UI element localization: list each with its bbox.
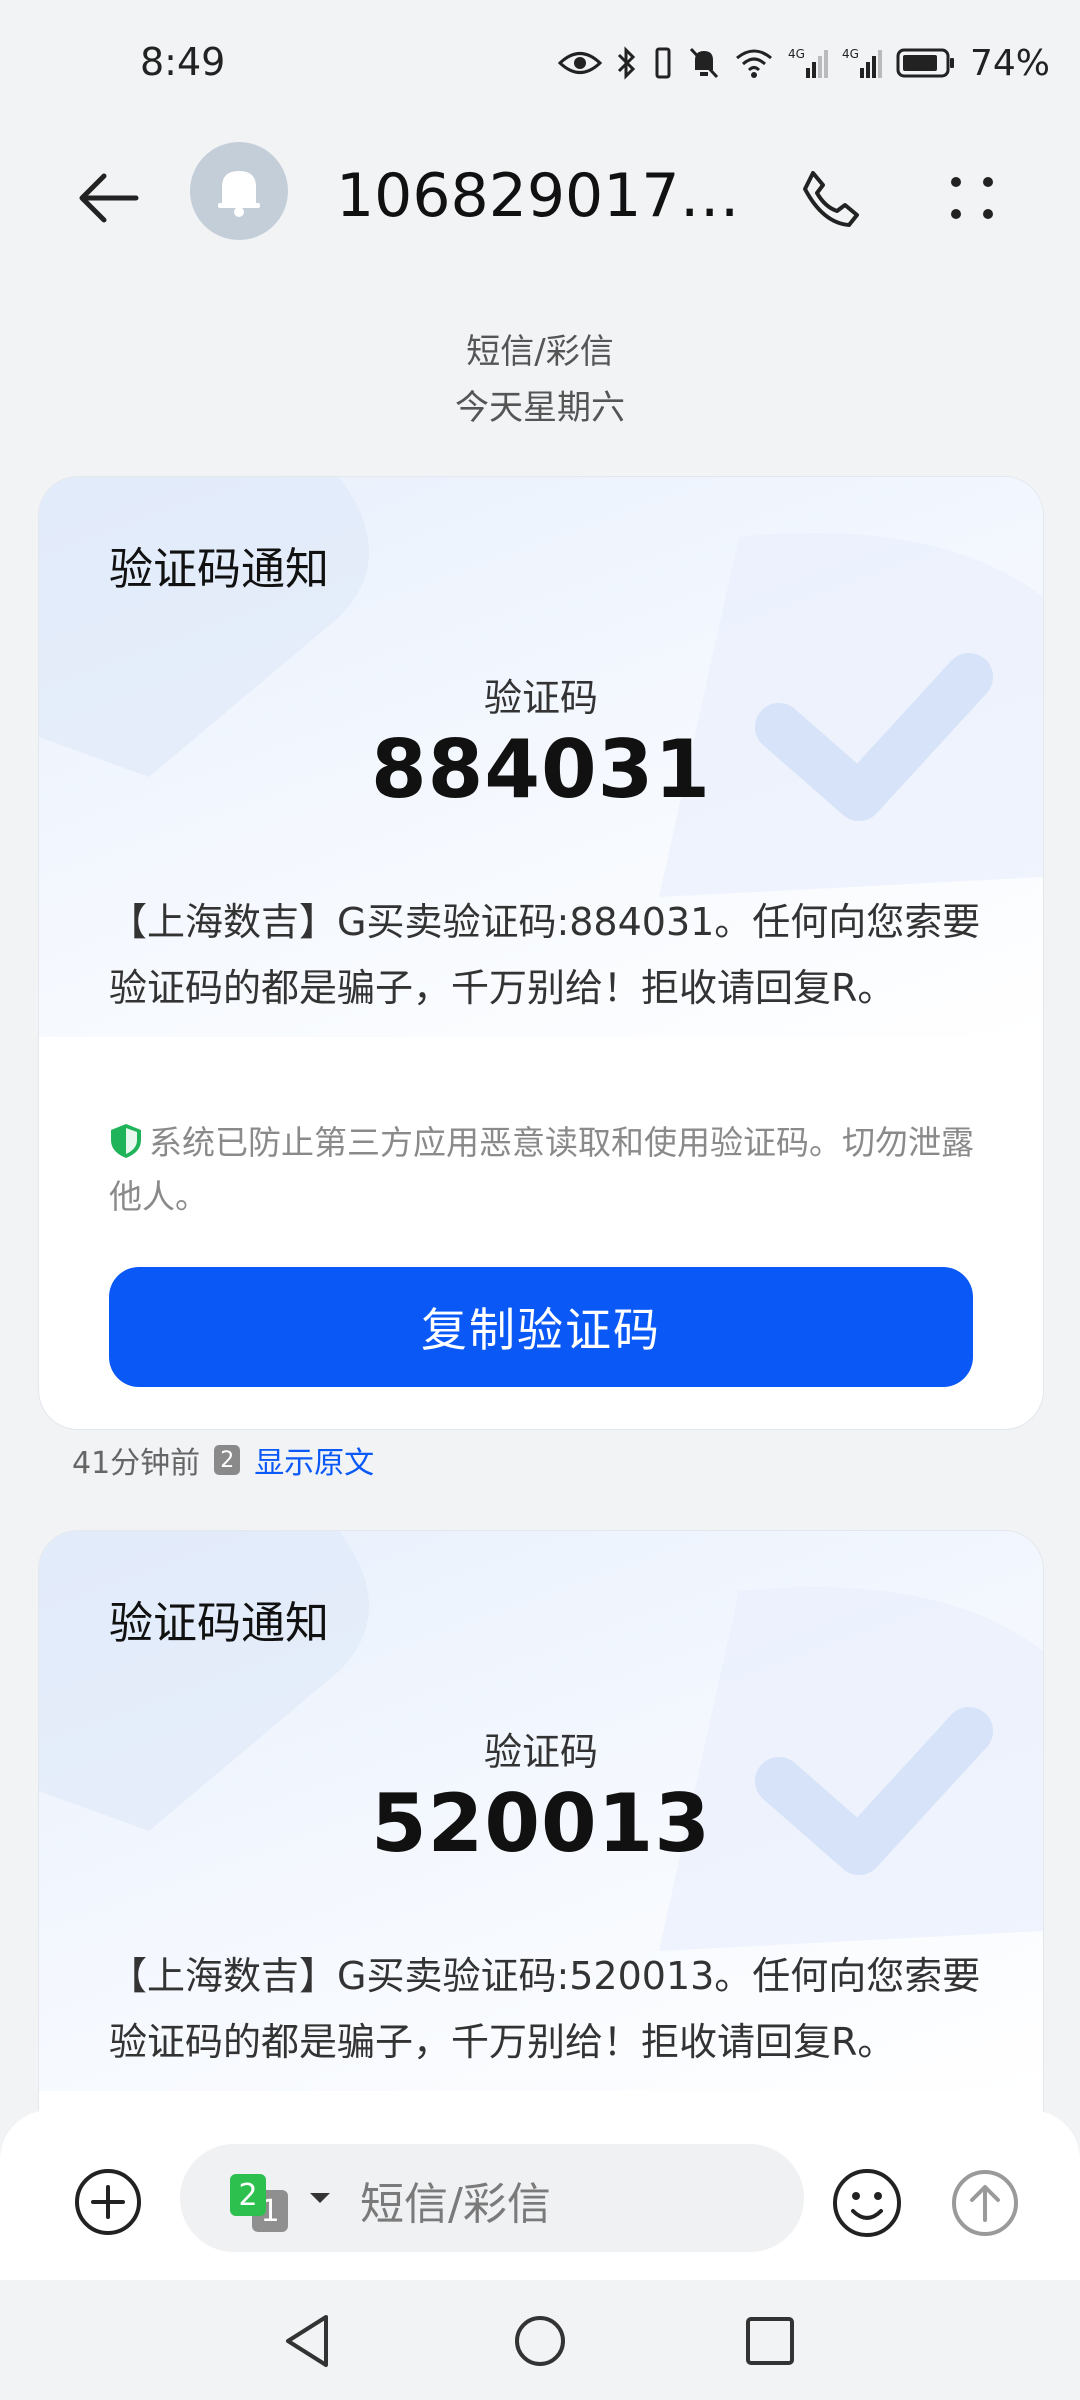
copy-code-button[interactable]: 复制验证码 xyxy=(109,1267,973,1387)
verification-card: 验证码通知 验证码 884031 【上海数吉】G买卖验证码:884031。任何向… xyxy=(38,476,1044,1430)
message-input[interactable]: 1 2 短信/彩信 xyxy=(180,2144,804,2252)
call-button[interactable] xyxy=(790,158,870,238)
phone-icon xyxy=(803,171,859,227)
status-bar: 8:49 4G 4G 74% xyxy=(0,0,1080,130)
contact-title: 1068290171... xyxy=(336,161,756,231)
status-icons: 4G 4G 74% xyxy=(557,38,1050,88)
code-label: 验证码 xyxy=(483,676,598,720)
sim-primary: 2 xyxy=(230,2174,266,2216)
card-title: 验证码通知 xyxy=(109,544,329,595)
verification-code[interactable]: 884031 xyxy=(39,723,1043,816)
nav-recents-button[interactable] xyxy=(735,2306,805,2376)
message-body: 【上海数吉】G买卖验证码:520013。任何向您索要验证码的都是骗子，千万别给！… xyxy=(109,1954,981,2064)
composer-bar: 1 2 短信/彩信 xyxy=(0,2110,1080,2280)
emoji-button[interactable] xyxy=(822,2158,912,2248)
verification-code[interactable]: 520013 xyxy=(39,1777,1043,1870)
battery-icon xyxy=(896,46,956,80)
bluetooth-icon xyxy=(616,46,638,80)
conversation-type: 短信/彩信 xyxy=(466,332,614,372)
signal-icon-2: 4G xyxy=(842,46,882,80)
message-time: 41分钟前 xyxy=(72,1446,201,1481)
more-options-button[interactable] xyxy=(932,158,1012,238)
eye-icon xyxy=(557,48,602,78)
more-dots-icon xyxy=(951,177,993,219)
message-input-placeholder: 短信/彩信 xyxy=(360,2179,551,2230)
nav-back-button[interactable] xyxy=(272,2306,342,2376)
code-label: 验证码 xyxy=(483,1730,598,1774)
sim-badge: 2 xyxy=(214,1445,241,1475)
sim-switch[interactable]: 1 2 xyxy=(230,2174,300,2232)
security-notice-text: 系统已防止第三方应用恶意读取和使用验证码。切勿泄露他人。 xyxy=(109,1123,974,1216)
send-button[interactable] xyxy=(940,2158,1030,2248)
smiley-icon xyxy=(833,2169,901,2237)
battery-percent: 74% xyxy=(969,42,1050,84)
wifi-icon xyxy=(734,46,774,80)
back-button[interactable] xyxy=(68,158,148,238)
system-nav-bar xyxy=(0,2280,1080,2400)
nav-home-button[interactable] xyxy=(505,2306,575,2376)
shield-icon xyxy=(109,1122,143,1173)
network-label-1: 4G xyxy=(788,47,805,61)
mute-bell-icon xyxy=(688,46,720,80)
network-label-2: 4G xyxy=(842,47,859,61)
contact-avatar[interactable] xyxy=(190,142,288,240)
arrow-left-icon xyxy=(79,173,139,223)
plus-circle-icon xyxy=(75,2169,141,2235)
app-bar: 1068290171... xyxy=(0,130,1080,260)
signal-icon-1: 4G xyxy=(788,46,828,80)
circle-home-icon xyxy=(515,2316,565,2366)
attach-button[interactable] xyxy=(68,2162,148,2242)
vibrate-icon xyxy=(652,46,674,80)
triangle-back-icon xyxy=(286,2315,328,2367)
bell-icon xyxy=(218,171,260,217)
caret-down-icon xyxy=(308,2190,332,2209)
square-recents-icon xyxy=(746,2317,794,2365)
show-original-link[interactable]: 显示原文 xyxy=(254,1438,374,1482)
card-title: 验证码通知 xyxy=(109,1598,329,1649)
status-time: 8:49 xyxy=(140,40,226,84)
security-notice: 系统已防止第三方应用恶意读取和使用验证码。切勿泄露他人。 xyxy=(109,1119,989,1221)
message-body: 【上海数吉】G买卖验证码:884031。任何向您索要验证码的都是骗子，千万别给！… xyxy=(109,900,981,1010)
message-meta: 41分钟前 2 显示原文 xyxy=(72,1438,374,1482)
conversation-date: 今天星期六 xyxy=(455,388,625,428)
arrow-up-circle-icon xyxy=(952,2170,1018,2236)
